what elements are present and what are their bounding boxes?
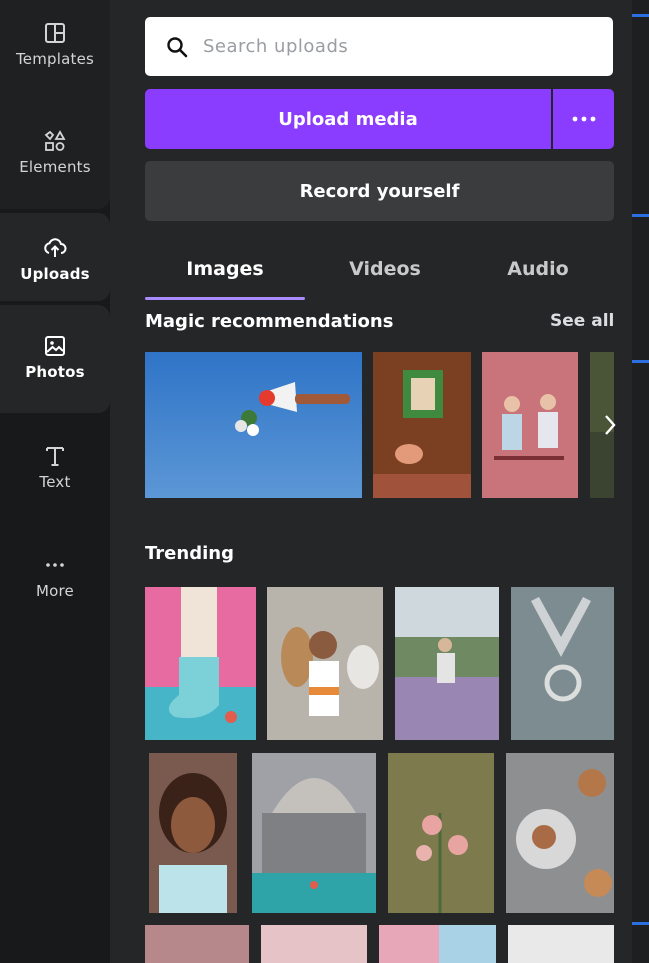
- megaphone-photo: [145, 352, 362, 498]
- side-rail: Templates Elements Uploads Photos Text M…: [0, 0, 110, 963]
- pastel-photo: [261, 925, 367, 963]
- pastries-photo: [506, 753, 614, 913]
- image-thumbnail-row3-4[interactable]: [508, 925, 614, 963]
- search-input[interactable]: [201, 35, 605, 58]
- record-yourself-button[interactable]: Record yourself: [145, 161, 614, 221]
- magic-recommendations-title: Magic recommendations: [145, 311, 394, 332]
- picnic-photo: [395, 587, 499, 740]
- retro-room-photo: [373, 352, 471, 498]
- mosque-photo: [252, 753, 376, 913]
- white-photo: [508, 925, 614, 963]
- sidebar-item-text[interactable]: Text: [0, 427, 110, 507]
- uploads-panel: Upload media Record yourself Images Vide…: [110, 0, 641, 963]
- tab-images[interactable]: Images: [145, 240, 305, 298]
- sidebar-item-label: Templates: [15, 49, 95, 68]
- image-thumbnail-bow[interactable]: [511, 587, 614, 740]
- active-tab-indicator: [145, 297, 305, 300]
- sidebar-item-label: Photos: [25, 362, 85, 381]
- image-thumbnail-row3-3[interactable]: [379, 925, 496, 963]
- sidebar-item-label: Uploads: [20, 264, 90, 283]
- templates-icon: [45, 22, 65, 43]
- image-thumbnail-smiling-woman[interactable]: [149, 753, 237, 913]
- colorful-photo: [379, 925, 496, 963]
- edge-marker: [632, 14, 649, 17]
- media-tabs: Images Videos Audio: [145, 240, 614, 300]
- text-icon: [46, 446, 64, 466]
- upload-media-button[interactable]: Upload media: [145, 89, 551, 149]
- image-thumbnail-mosque[interactable]: [252, 753, 376, 913]
- tab-videos[interactable]: Videos: [305, 240, 465, 298]
- carousel-next-button[interactable]: [596, 400, 624, 450]
- tab-audio[interactable]: Audio: [458, 240, 618, 298]
- image-thumbnail-flowers[interactable]: [388, 753, 494, 913]
- photos-icon: [45, 335, 65, 356]
- edge-marker: [632, 922, 649, 925]
- sidebar-item-templates[interactable]: Templates: [0, 4, 110, 84]
- upload-options-button[interactable]: [553, 89, 614, 149]
- image-thumbnail-boy-animals[interactable]: [267, 587, 383, 740]
- two-women-photo: [482, 352, 578, 498]
- sidebar-item-elements[interactable]: Elements: [0, 112, 110, 192]
- more-dots-icon: [572, 116, 595, 122]
- image-thumbnail-picnic[interactable]: [395, 587, 499, 740]
- search-box[interactable]: [145, 17, 613, 76]
- elements-icon: [44, 129, 66, 151]
- sidebar-item-photos[interactable]: Photos: [0, 317, 110, 397]
- image-thumbnail-retro-room[interactable]: [373, 352, 471, 498]
- edge-marker: [632, 360, 649, 363]
- sidebar-item-uploads[interactable]: Uploads: [0, 219, 110, 299]
- sock-photo: [145, 587, 256, 740]
- search-icon: [167, 36, 188, 57]
- image-thumbnail-sock[interactable]: [145, 587, 256, 740]
- pink-fabric-photo: [145, 925, 249, 963]
- canvas-edge: [632, 0, 649, 963]
- sidebar-item-more[interactable]: More: [0, 536, 110, 616]
- image-thumbnail-row3-2[interactable]: [261, 925, 367, 963]
- edge-marker: [632, 214, 649, 217]
- image-thumbnail-megaphone[interactable]: [145, 352, 362, 498]
- bow-photo: [511, 587, 614, 740]
- chevron-right-icon: [605, 415, 616, 435]
- sidebar-item-label: Text: [39, 472, 71, 491]
- smiling-woman-photo: [149, 753, 237, 913]
- trending-title: Trending: [145, 543, 234, 564]
- image-thumbnail-row3-1[interactable]: [145, 925, 249, 963]
- see-all-link[interactable]: See all: [550, 311, 614, 331]
- sidebar-item-label: More: [36, 581, 74, 600]
- more-icon: [46, 562, 64, 567]
- boy-animals-photo: [267, 587, 383, 740]
- sidebar-item-label: Elements: [19, 157, 91, 176]
- uploads-icon: [44, 237, 67, 257]
- image-thumbnail-pastries[interactable]: [506, 753, 614, 913]
- flowers-photo: [388, 753, 494, 913]
- image-thumbnail-two-women[interactable]: [482, 352, 578, 498]
